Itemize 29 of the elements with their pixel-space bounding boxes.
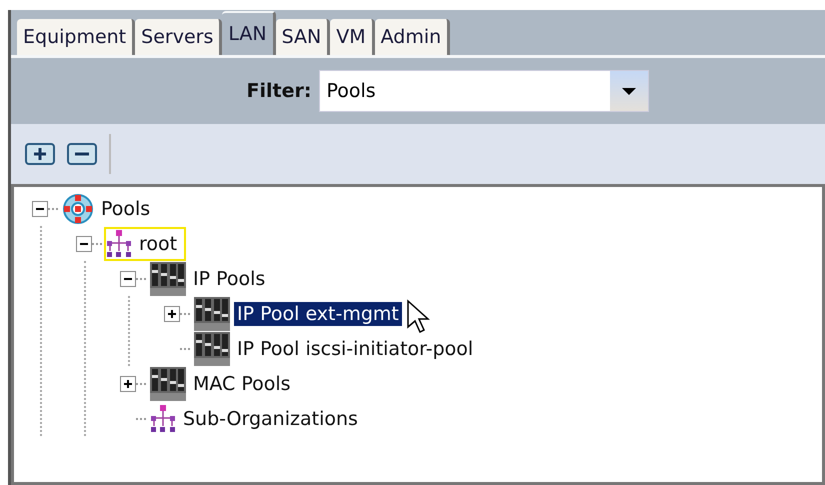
mouse-cursor-icon	[406, 299, 430, 335]
rack-icon	[194, 332, 230, 366]
collapse-all-icon[interactable]	[67, 143, 97, 165]
tab[interactable]: LAN	[222, 11, 276, 55]
collapse-toggle[interactable]	[32, 200, 48, 216]
tab[interactable]: SAN	[276, 19, 330, 55]
tab[interactable]: Equipment	[17, 19, 136, 55]
collapse-toggle[interactable]	[76, 236, 92, 252]
tree-item[interactable]: Sub-Organizations	[180, 406, 361, 430]
hierarchy-icon	[106, 228, 132, 258]
tree-item[interactable]: IP Pool ext-mgmt	[234, 302, 402, 326]
rack-icon	[150, 366, 186, 400]
expand-all-icon[interactable]	[25, 143, 55, 165]
expand-toggle[interactable]	[120, 376, 136, 392]
expand-toggle[interactable]	[164, 306, 180, 322]
tab[interactable]: Servers	[135, 19, 222, 55]
tree-item[interactable]: IP Pools	[190, 266, 268, 290]
target-icon	[62, 192, 94, 224]
tab[interactable]: Admin	[374, 19, 450, 55]
tree-item[interactable]: IP Pool iscsi-initiator-pool	[234, 336, 476, 360]
tree-item[interactable]: MAC Pools	[190, 372, 294, 396]
tree-item[interactable]: Pools	[98, 196, 154, 220]
collapse-toggle[interactable]	[120, 270, 136, 286]
filter-dropdown[interactable]: Pools	[319, 70, 650, 112]
rack-icon	[150, 262, 186, 296]
filter-label: Filter:	[246, 80, 312, 102]
hierarchy-icon	[150, 404, 176, 434]
tab[interactable]: VM	[330, 19, 375, 55]
rack-icon	[194, 296, 230, 330]
